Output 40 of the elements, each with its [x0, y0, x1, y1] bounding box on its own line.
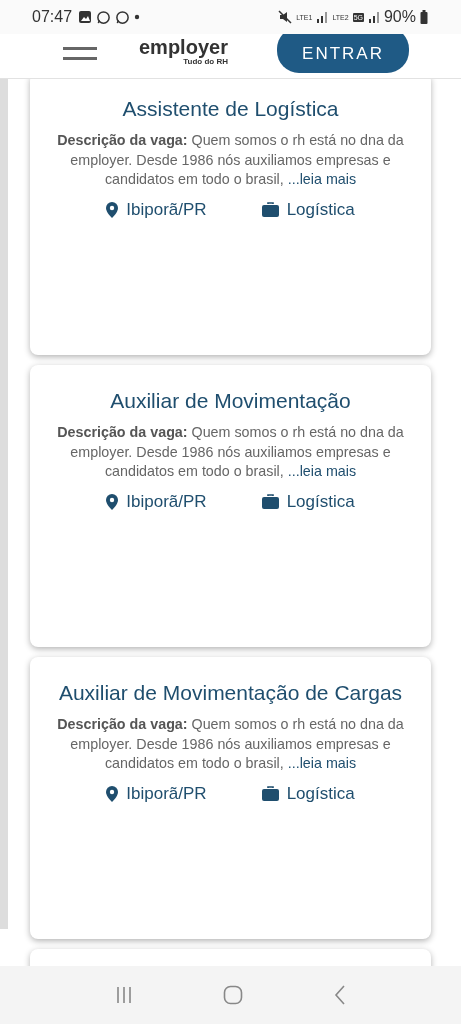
battery-icon	[420, 10, 428, 24]
job-location: Ibiporã/PR	[126, 491, 207, 512]
job-category: Logística	[286, 199, 355, 220]
job-card[interactable]: Assistente de Logística Descrição da vaga: Quem somos o rh está no dna da employer. Desde 1986 nós auxiliamos empresas e candidatos em todo o brasil, ...leia mais Ibiporã/PR Logística	[30, 79, 431, 355]
job-description: Descrição da vaga: Quem somos o rh está no dna da employer. Desde 1986 nós auxiliamos empresas e candidatos em todo o brasil, ...leia mais	[56, 131, 405, 189]
battery-level: 90%	[383, 8, 416, 26]
briefcase-icon	[261, 202, 279, 217]
logo-text[interactable]: employer	[139, 36, 228, 57]
image-icon	[78, 10, 93, 24]
menu-icon[interactable]	[63, 45, 97, 63]
signal-icon	[367, 11, 380, 23]
recent-apps-icon[interactable]	[115, 986, 134, 1004]
job-description: Descrição da vaga: Quem somos o rh está no dna da employer. Desde 1986 nós auxiliamos empresas e candidatos em todo o brasil, ...leia mais	[56, 423, 405, 481]
location-pin-icon	[106, 785, 119, 802]
job-card[interactable]: Auxiliar de Movimentação de Cargas Descrição da vaga: Quem somos o rh está no dna da employer. Desde 1986 nós auxiliamos empresas e candidatos em todo o brasil, ...leia mais Ibiporã/PR Logística	[30, 657, 431, 939]
briefcase-icon	[261, 786, 279, 801]
job-location: Ibiporã/PR	[126, 783, 207, 804]
location-pin-icon	[106, 493, 119, 510]
signal-icon	[316, 11, 329, 23]
dot-icon	[134, 14, 141, 20]
back-icon[interactable]	[333, 985, 346, 1005]
job-description: Descrição da vaga: Quem somos o rh está no dna da employer. Desde 1986 nós auxiliamos empresas e candidatos em todo o brasil, ...leia mais	[56, 715, 405, 773]
mute-icon	[278, 10, 293, 24]
chat-icon	[115, 9, 131, 25]
job-category: Logística	[286, 783, 355, 804]
job-card[interactable]: Auxiliar de Movimentação Descrição da vaga: Quem somos o rh está no dna da employer. Desde 1986 nós auxiliamos empresas e candidatos em todo o brasil, ...leia mais Ibiporã/PR Logística	[30, 365, 431, 647]
job-category: Logística	[286, 491, 355, 512]
briefcase-icon	[261, 494, 279, 509]
status-time: 07:47	[32, 8, 73, 26]
job-title[interactable]: Assistente de Logística	[122, 97, 339, 121]
location-pin-icon	[106, 201, 119, 218]
read-more-link[interactable]: ...leia mais	[287, 755, 357, 771]
job-title[interactable]: Auxiliar de Movimentação	[110, 389, 351, 413]
login-button[interactable]: ENTRAR	[277, 34, 409, 73]
home-icon[interactable]	[223, 985, 244, 1005]
chat-icon	[96, 9, 112, 25]
read-more-link[interactable]: ...leia mais	[287, 463, 357, 479]
job-title[interactable]: Auxiliar de Movimentação de Cargas	[58, 681, 403, 705]
read-more-link[interactable]: ...leia mais	[287, 171, 357, 187]
job-location: Ibiporã/PR	[126, 199, 207, 220]
